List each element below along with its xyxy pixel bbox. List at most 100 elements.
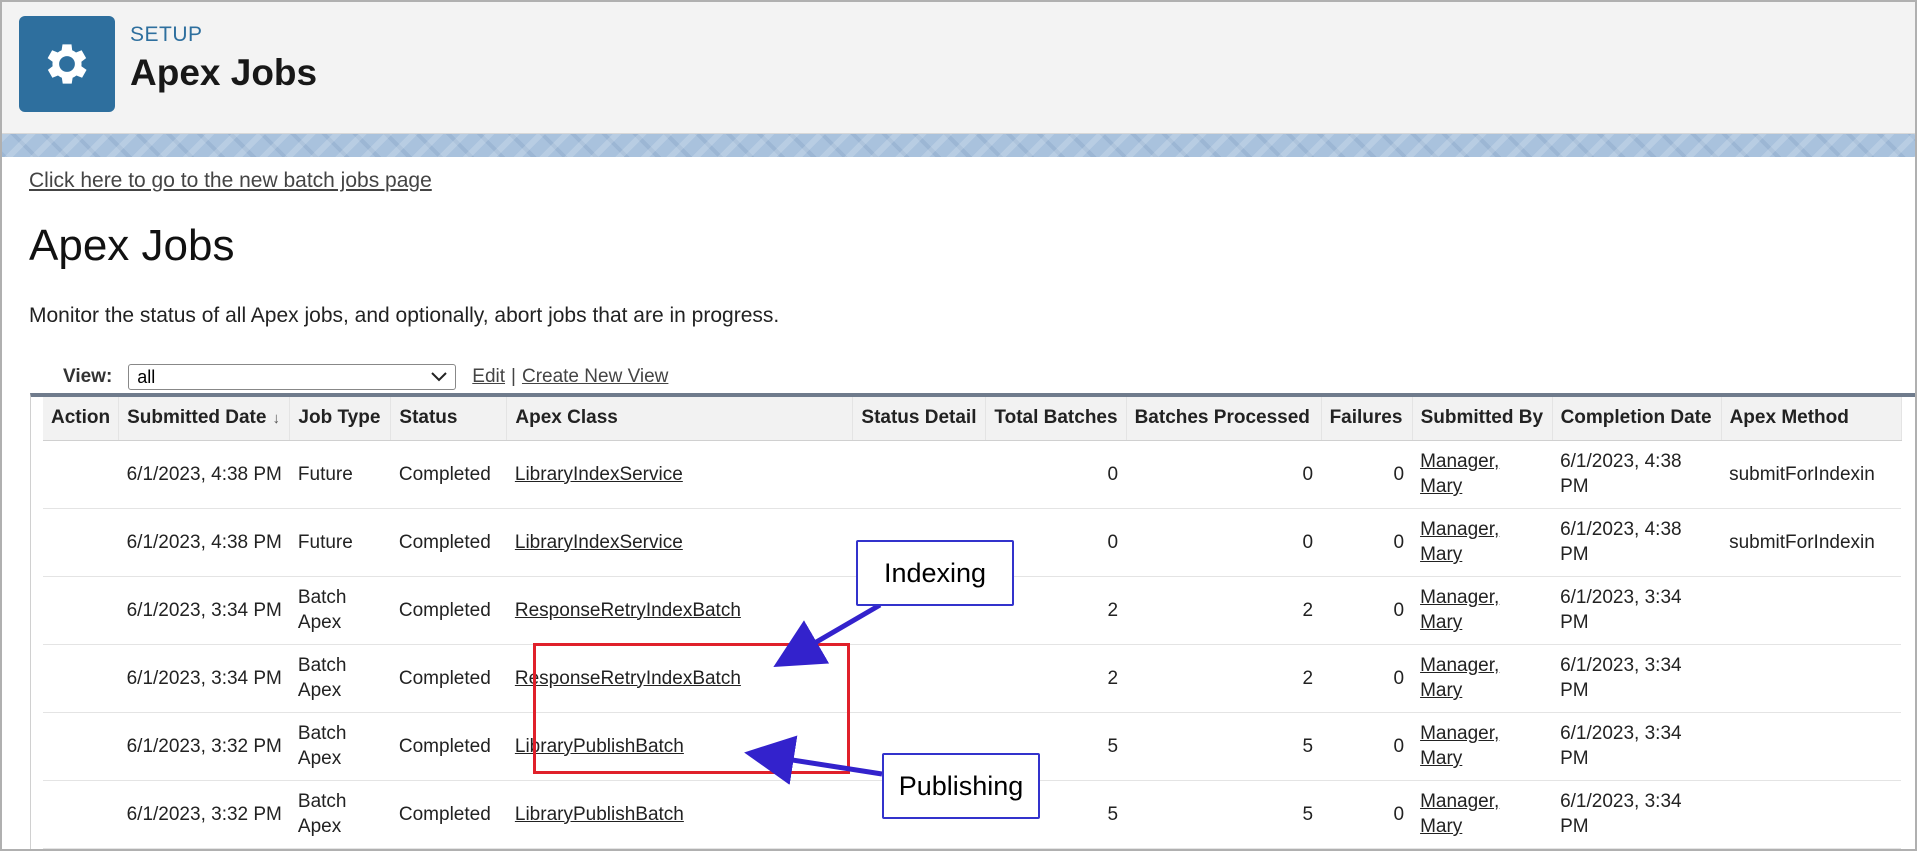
publishing-callout: Publishing bbox=[882, 753, 1040, 819]
col-status[interactable]: Status bbox=[390, 397, 508, 441]
cell-completion-date: 6/1/2023, 3:34 PM bbox=[1552, 644, 1722, 713]
page-title: Apex Jobs bbox=[29, 221, 235, 270]
window-frame: SETUP Apex Jobs Click here to go to the … bbox=[0, 0, 1917, 851]
cell-total-batches: 0 bbox=[985, 440, 1127, 509]
cell-apex-method: submitForIndexin bbox=[1721, 440, 1902, 509]
cell-action bbox=[43, 780, 119, 849]
cell-action bbox=[43, 440, 119, 509]
col-status-detail[interactable]: Status Detail bbox=[852, 397, 987, 441]
cell-status: Completed bbox=[390, 576, 507, 645]
cell-status: Completed bbox=[390, 440, 507, 509]
cell-job-type: Batch Apex bbox=[289, 576, 391, 645]
cell-action bbox=[43, 508, 119, 577]
cell-job-type: Batch Apex bbox=[289, 644, 391, 713]
cell-submitted-date: 6/1/2023, 4:38 PM bbox=[118, 440, 290, 509]
view-links: Edit | Create New View bbox=[472, 366, 668, 388]
cell-apex-method bbox=[1721, 780, 1902, 849]
submitted-by-link[interactable]: Manager, Mary bbox=[1420, 723, 1499, 769]
col-action[interactable]: Action bbox=[43, 397, 120, 441]
setup-header: SETUP Apex Jobs bbox=[2, 2, 1915, 134]
submitted-by-link[interactable]: Manager, Mary bbox=[1420, 791, 1499, 837]
gear-icon bbox=[47, 44, 87, 84]
cell-job-type: Batch Apex bbox=[289, 712, 391, 781]
cell-status: Completed bbox=[390, 712, 507, 781]
apex-class-link[interactable]: ResponseRetryIndexBatch bbox=[515, 600, 741, 621]
create-new-view-link[interactable]: Create New View bbox=[522, 366, 668, 387]
cell-apex-method bbox=[1721, 712, 1902, 781]
col-submitted-by[interactable]: Submitted By bbox=[1412, 397, 1553, 441]
cell-batches-processed: 2 bbox=[1126, 644, 1322, 713]
cell-submitted-date: 6/1/2023, 3:32 PM bbox=[118, 712, 290, 781]
cell-action bbox=[43, 644, 119, 713]
highlight-box bbox=[533, 643, 850, 774]
col-total-batches[interactable]: Total Batches bbox=[985, 397, 1127, 441]
cell-failures: 0 bbox=[1321, 508, 1413, 577]
col-apex-method[interactable]: Apex Method bbox=[1721, 397, 1902, 441]
cell-status: Completed bbox=[390, 780, 507, 849]
cell-completion-date: 6/1/2023, 4:38 PM bbox=[1552, 508, 1722, 577]
cell-batches-processed: 0 bbox=[1126, 440, 1322, 509]
edit-view-link[interactable]: Edit bbox=[472, 366, 505, 387]
apex-class-link[interactable]: LibraryIndexService bbox=[515, 532, 683, 553]
submitted-by-link[interactable]: Manager, Mary bbox=[1420, 519, 1499, 565]
submitted-by-link[interactable]: Manager, Mary bbox=[1420, 655, 1499, 701]
apex-class-link[interactable]: LibraryPublishBatch bbox=[515, 804, 684, 825]
cell-job-type: Future bbox=[289, 440, 391, 509]
cell-batches-processed: 5 bbox=[1126, 780, 1322, 849]
apex-class-link[interactable]: LibraryIndexService bbox=[515, 464, 683, 485]
col-apex-class[interactable]: Apex Class bbox=[506, 397, 854, 441]
cell-status: Completed bbox=[390, 644, 507, 713]
col-batches-processed[interactable]: Batches Processed bbox=[1126, 397, 1322, 441]
col-failures[interactable]: Failures bbox=[1321, 397, 1413, 441]
view-label: View: bbox=[63, 366, 113, 387]
cell-batches-processed: 2 bbox=[1126, 576, 1322, 645]
submitted-by-link[interactable]: Manager, Mary bbox=[1420, 587, 1499, 633]
table-row: 6/1/2023, 3:34 PM Batch Apex Completed R… bbox=[43, 644, 1902, 713]
new-batch-jobs-link[interactable]: Click here to go to the new batch jobs p… bbox=[29, 169, 432, 193]
cell-apex-method: submitForIndexin bbox=[1721, 508, 1902, 577]
decorative-banner bbox=[2, 134, 1915, 157]
view-select[interactable]: all bbox=[128, 364, 457, 390]
cell-failures: 0 bbox=[1321, 644, 1413, 713]
setup-icon-tile bbox=[19, 16, 115, 112]
cell-status-detail bbox=[852, 644, 986, 713]
cell-batches-processed: 0 bbox=[1126, 508, 1322, 577]
cell-batches-processed: 5 bbox=[1126, 712, 1322, 781]
cell-completion-date: 6/1/2023, 4:38 PM bbox=[1552, 440, 1722, 509]
cell-submitted-date: 6/1/2023, 3:34 PM bbox=[118, 644, 290, 713]
cell-action bbox=[43, 712, 119, 781]
page-description: Monitor the status of all Apex jobs, and… bbox=[29, 304, 780, 327]
cell-job-type: Future bbox=[289, 508, 391, 577]
col-completion-date[interactable]: Completion Date bbox=[1552, 397, 1722, 441]
chevron-down-icon bbox=[431, 372, 447, 382]
cell-failures: 0 bbox=[1321, 440, 1413, 509]
link-separator: | bbox=[511, 366, 516, 387]
col-submitted-date[interactable]: Submitted Date ↓ bbox=[118, 397, 291, 441]
cell-completion-date: 6/1/2023, 3:34 PM bbox=[1552, 576, 1722, 645]
cell-completion-date: 6/1/2023, 3:34 PM bbox=[1552, 712, 1722, 781]
cell-failures: 0 bbox=[1321, 712, 1413, 781]
table-header-row: Action Submitted Date ↓ Job Type Status A… bbox=[43, 397, 1902, 441]
cell-job-type: Batch Apex bbox=[289, 780, 391, 849]
cell-apex-method bbox=[1721, 576, 1902, 645]
view-selected-value: all bbox=[137, 366, 156, 387]
cell-completion-date: 6/1/2023, 3:34 PM bbox=[1552, 780, 1722, 849]
cell-status-detail bbox=[852, 440, 986, 509]
cell-action bbox=[43, 576, 119, 645]
header-title: Apex Jobs bbox=[130, 52, 318, 93]
cell-total-batches: 2 bbox=[985, 644, 1127, 713]
cell-apex-method bbox=[1721, 644, 1902, 713]
sort-desc-icon: ↓ bbox=[272, 410, 280, 428]
cell-submitted-date: 6/1/2023, 3:34 PM bbox=[118, 576, 290, 645]
cell-submitted-date: 6/1/2023, 4:38 PM bbox=[118, 508, 290, 577]
cell-submitted-date: 6/1/2023, 3:32 PM bbox=[118, 780, 290, 849]
cell-failures: 0 bbox=[1321, 576, 1413, 645]
view-row: View: all Edit | Create New View bbox=[63, 364, 668, 390]
indexing-callout: Indexing bbox=[856, 540, 1014, 606]
submitted-by-link[interactable]: Manager, Mary bbox=[1420, 451, 1499, 497]
cell-status: Completed bbox=[390, 508, 507, 577]
table-row: 6/1/2023, 4:38 PM Future Completed Libra… bbox=[43, 440, 1902, 509]
col-job-type[interactable]: Job Type bbox=[289, 397, 392, 441]
col-submitted-date-label: Submitted Date bbox=[127, 407, 267, 429]
cell-failures: 0 bbox=[1321, 780, 1413, 849]
